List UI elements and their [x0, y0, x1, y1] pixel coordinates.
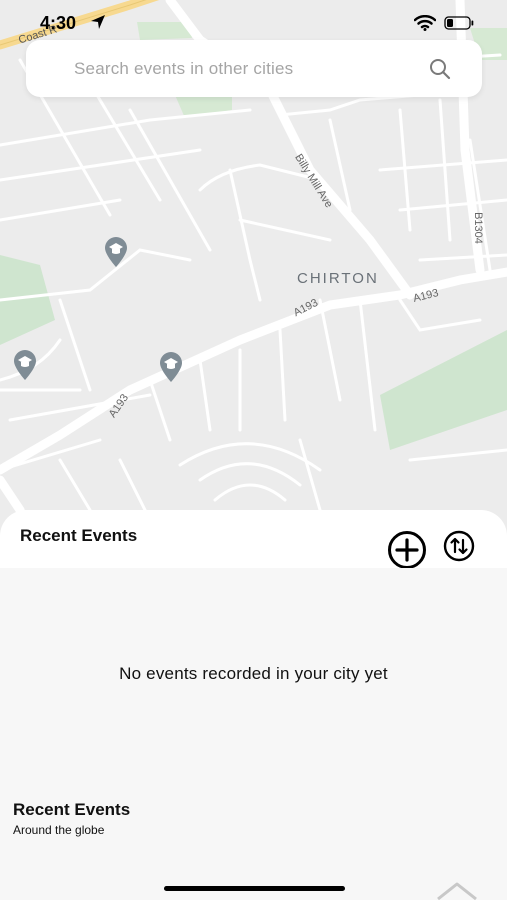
global-events-subtitle: Around the globe: [13, 823, 105, 837]
graduation-cap-icon: [14, 350, 36, 380]
global-events-title: Recent Events: [13, 800, 131, 819]
battery-icon: [444, 16, 474, 30]
wifi-icon: [414, 15, 436, 31]
status-time: 4:30: [40, 13, 77, 33]
add-event-button[interactable]: [387, 530, 427, 570]
search-input[interactable]: Search events in other cities: [74, 59, 293, 79]
empty-state-message: No events recorded in your city yet: [119, 664, 388, 683]
recent-events-title: Recent Events: [20, 526, 138, 545]
events-content: No events recorded in your city yet Rece…: [0, 568, 507, 900]
search-icon[interactable]: [429, 58, 451, 80]
map-label-b1304: B1304: [471, 212, 484, 244]
swap-button[interactable]: [443, 530, 475, 562]
location-arrow-icon: [91, 15, 105, 29]
school-poi-marker[interactable]: [158, 351, 184, 383]
school-poi-marker[interactable]: [12, 349, 38, 381]
graduation-cap-icon: [105, 237, 127, 267]
school-poi-marker[interactable]: [103, 236, 129, 268]
recent-events-sheet: Recent Events: [0, 510, 507, 570]
search-box[interactable]: Search events in other cities: [26, 40, 482, 97]
swap-arrows-icon: [443, 530, 475, 562]
home-indicator[interactable]: [164, 886, 345, 891]
map-label-chirton: CHIRTON: [297, 270, 379, 287]
graduation-cap-icon: [160, 352, 182, 382]
chevron-up-icon[interactable]: [436, 881, 478, 900]
